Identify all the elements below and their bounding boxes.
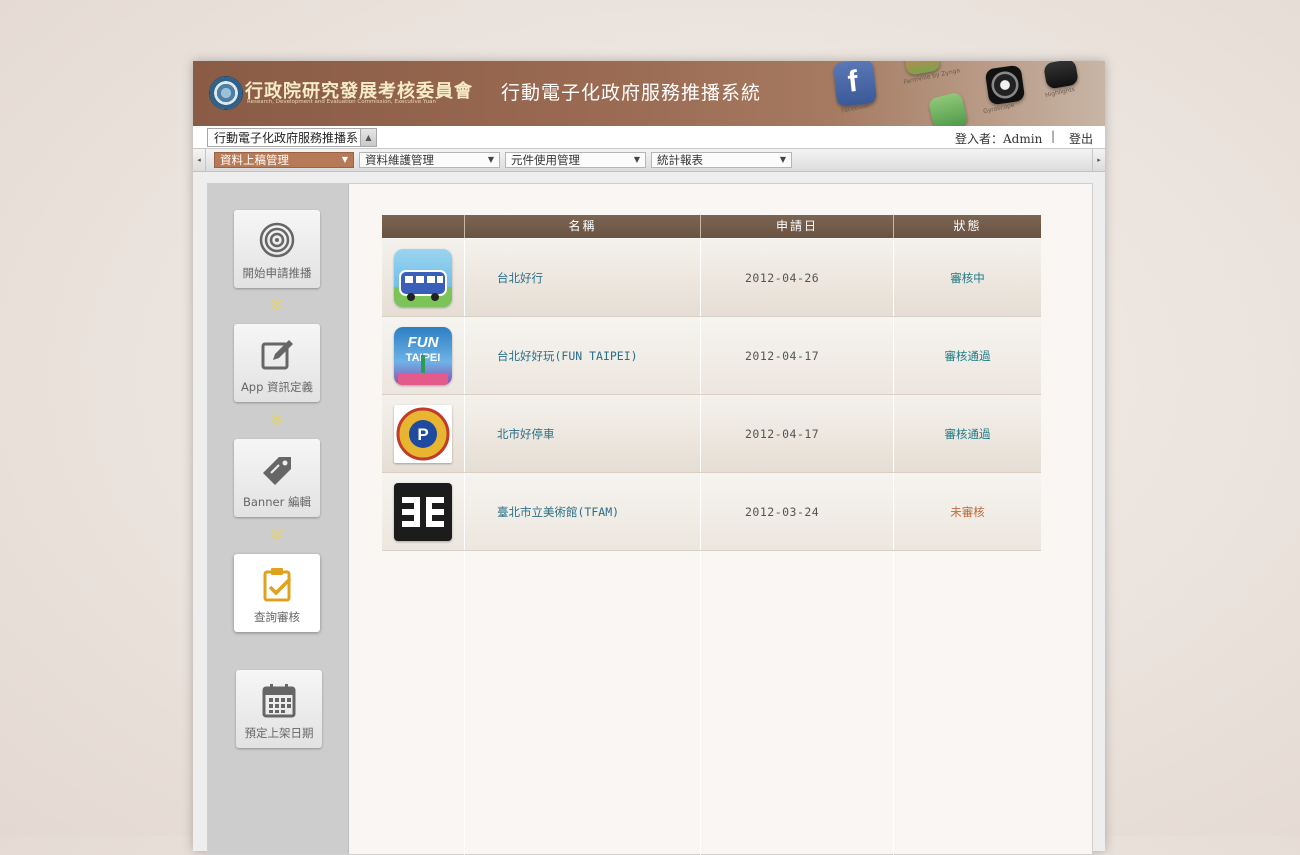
sidebar-item-schedule[interactable]: 預定上架日期 [236,670,322,748]
sidebar-item-banner-edit[interactable]: Banner 編輯 [234,439,320,517]
sidebar-item-label: App 資訊定義 [240,380,314,394]
table-row[interactable]: P 北市好停車 2012-04-17 審核通過 [382,395,1041,473]
facebook-icon: f [832,61,878,107]
menu-bar: ◂ 資料上稿管理 ▼ 資料維護管理 ▼ 元件使用管理 ▼ 統計報表 ▼ ▸ [193,149,1105,172]
menu-data-upload[interactable]: 資料上稿管理 ▼ [214,152,354,168]
content-area: 開始申請推播 App 資訊定義 Banner 編輯 查詢審核 預定上架日期 名稱… [207,183,1093,855]
status-badge: 審核通過 [893,395,1041,472]
rdec-logo-icon [209,76,243,110]
parking-app-icon: P [394,404,452,463]
chevron-down-icon: ▼ [487,155,494,164]
chevron-down-icon: ▼ [779,155,786,164]
chevron-down-icon [271,414,283,426]
org-name-en: Research, Development and Evaluation Com… [247,99,437,105]
menu-data-maintenance-label: 資料維護管理 [365,153,434,167]
status-badge: 審核中 [893,239,1041,316]
fun-taipei-app-icon: FUN TAIPEI [394,326,452,385]
sidebar-item-start-push[interactable]: 開始申請推播 [234,210,320,288]
apply-date: 2012-03-24 [700,473,893,550]
gyroscope-icon [984,64,1026,106]
chevron-down-icon: ▼ [341,155,348,164]
tfam-app-icon [394,482,452,541]
separator: | [1051,129,1056,143]
menu-statistics[interactable]: 統計報表 ▼ [651,152,792,168]
sidebar-item-label: Banner 編輯 [243,495,311,509]
app-name[interactable]: 台北好好玩(FUN TAIPEI) [464,317,700,394]
table-row[interactable]: 台北好行 2012-04-26 審核中 [382,239,1041,317]
header-date: 申請日 [700,215,893,238]
app-name[interactable]: 台北好行 [464,239,700,316]
apply-date: 2012-04-26 [700,239,893,316]
gyroscope-label: Gyroscope [982,101,1016,116]
green-app-icon [927,91,969,126]
edit-icon [261,340,293,370]
system-select[interactable]: 行動電子化政府服務推播系 ▲ [207,128,377,147]
svg-text:P: P [417,425,428,444]
status-badge: 未審核 [893,473,1041,550]
calendar-icon [262,684,296,718]
sidebar: 開始申請推播 App 資訊定義 Banner 編輯 查詢審核 預定上架日期 [208,184,349,854]
highlights-label: Highlights [1044,85,1076,100]
table-row[interactable]: 臺北市立美術館(TFAM) 2012-03-24 未審核 [382,473,1041,551]
banner-app-icons: f Facebook FarmVille by Zynga Gyroscope … [823,61,1105,126]
app-name[interactable]: 北市好停車 [464,395,700,472]
apply-date: 2012-04-17 [700,395,893,472]
scroll-left-icon[interactable]: ◂ [193,149,206,171]
menu-component-usage-label: 元件使用管理 [511,153,580,167]
table-row[interactable]: FUN TAIPEI 台北好好玩(FUN TAIPEI) 2012-04-17 … [382,317,1041,395]
logout-link[interactable]: 登出 [1069,130,1093,147]
apply-date: 2012-04-17 [700,317,893,394]
chevron-down-icon [271,529,283,541]
chevron-up-icon[interactable]: ▲ [360,129,376,146]
svg-text:FUN: FUN [408,334,440,351]
target-icon [259,222,295,258]
menu-data-maintenance[interactable]: 資料維護管理 ▼ [359,152,500,168]
chevron-down-icon: ▼ [633,155,640,164]
sidebar-item-label: 查詢審核 [254,610,300,624]
header-banner: 行政院研究發展考核委員會 Research, Development and E… [193,61,1105,126]
login-user-label: 登入者：Admin [955,132,1043,146]
header-status: 狀態 [893,215,1041,238]
table-header: 名稱 申請日 狀態 [382,215,1041,238]
chevron-down-icon [271,299,283,311]
status-badge: 審核通過 [893,317,1041,394]
sidebar-item-review[interactable]: 查詢審核 [234,554,320,632]
tag-icon [263,457,291,485]
menu-statistics-label: 統計報表 [657,153,703,167]
clipboard-check-icon [263,568,292,602]
app-window: 行政院研究發展考核委員會 Research, Development and E… [193,61,1105,855]
menu-component-usage[interactable]: 元件使用管理 ▼ [505,152,646,168]
header-icon [382,215,464,238]
taipei-bus-app-icon [394,248,452,307]
sidebar-item-app-info[interactable]: App 資訊定義 [234,324,320,402]
menu-data-upload-label: 資料上稿管理 [220,153,289,167]
sidebar-item-label: 預定上架日期 [244,726,314,740]
top-bar: 行動電子化政府服務推播系 ▲ 登入者：Admin | 登出 [193,126,1105,149]
header-name: 名稱 [464,215,700,238]
sidebar-item-label: 開始申請推播 [242,266,312,280]
system-select-value: 行動電子化政府服務推播系 [214,131,359,145]
app-name[interactable]: 臺北市立美術館(TFAM) [464,473,700,550]
scroll-right-icon[interactable]: ▸ [1092,149,1105,171]
system-title: 行動電子化政府服務推播系統 [501,82,762,104]
